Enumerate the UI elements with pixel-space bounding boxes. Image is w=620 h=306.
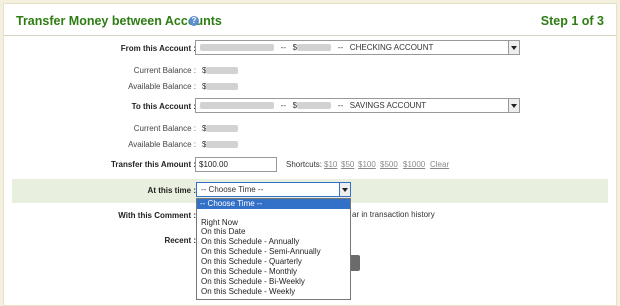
to-separator: -- xyxy=(280,101,286,110)
from-amount-redacted xyxy=(297,44,332,52)
time-option[interactable]: On this Schedule - Annually xyxy=(201,237,299,246)
time-option[interactable]: On this Schedule - Quarterly xyxy=(201,257,302,266)
help-icon[interactable]: ? xyxy=(189,16,199,26)
time-label: At this time : xyxy=(147,186,196,195)
from-available-balance-label: Available Balance : xyxy=(128,82,196,91)
time-option[interactable]: On this Schedule - Weekly xyxy=(201,287,295,296)
from-account-number-redacted xyxy=(200,44,274,52)
time-option[interactable]: On this Schedule - Bi-Weekly xyxy=(201,277,305,286)
time-option[interactable]: Right Now xyxy=(201,218,238,227)
time-option[interactable]: On this Date xyxy=(201,227,245,236)
shortcuts-label: Shortcuts: xyxy=(286,160,323,169)
to-available-balance-label: Available Balance : xyxy=(128,140,196,149)
comment-label: With this Comment : xyxy=(118,211,196,220)
from-separator-2: -- xyxy=(337,43,344,52)
panel-header: Transfer Money between Accounts ? Step 1… xyxy=(4,4,616,36)
to-amount-redacted xyxy=(297,102,332,110)
to-account-number-redacted xyxy=(200,102,274,110)
step-indicator: Step 1 of 3 xyxy=(540,14,604,28)
from-account-label: From this Account : xyxy=(120,44,196,53)
from-available-balance-value: $ xyxy=(202,82,239,91)
shortcut-50-link[interactable]: $50 xyxy=(341,160,354,169)
shortcut-500-link[interactable]: $500 xyxy=(380,160,398,169)
time-option[interactable]: On this Schedule - Monthly xyxy=(201,267,297,276)
chevron-down-icon[interactable] xyxy=(339,183,350,196)
time-options-list[interactable]: -- Choose Time -- Right Now On this Date… xyxy=(196,198,351,300)
from-account-select[interactable]: -- $ -- CHECKING ACCOUNT xyxy=(195,40,520,55)
amount-input[interactable]: $100.00 xyxy=(195,157,277,172)
time-option[interactable]: On this Schedule - Semi-Annually xyxy=(201,247,321,256)
from-account-type: CHECKING ACCOUNT xyxy=(349,43,434,52)
amount-label: Transfer this Amount : xyxy=(110,160,196,169)
from-current-balance-label: Current Balance : xyxy=(133,66,196,75)
from-current-balance-value: $ xyxy=(202,66,239,75)
to-separator-2: -- xyxy=(337,101,344,110)
chevron-down-icon[interactable] xyxy=(508,41,519,54)
shortcut-1000-link[interactable]: $1000 xyxy=(403,160,425,169)
shortcut-100-link[interactable]: $100 xyxy=(358,160,376,169)
to-available-balance-value: $ xyxy=(202,140,239,149)
time-option[interactable]: -- Choose Time -- xyxy=(197,199,350,209)
comment-hint: ar in transaction history xyxy=(352,210,435,219)
recent-label: Recent : xyxy=(164,236,196,245)
shortcut-clear-link[interactable]: Clear xyxy=(430,160,449,169)
to-account-label: To this Account : xyxy=(131,102,196,111)
to-current-balance-value: $ xyxy=(202,124,239,133)
from-separator: -- xyxy=(280,43,286,52)
shortcut-10-link[interactable]: $10 xyxy=(324,160,337,169)
to-account-select[interactable]: -- $ -- SAVINGS ACCOUNT xyxy=(195,98,520,113)
to-current-balance-label: Current Balance : xyxy=(133,124,196,133)
time-select[interactable]: -- Choose Time -- xyxy=(196,182,351,197)
to-account-type: SAVINGS ACCOUNT xyxy=(349,101,427,110)
time-selected-value: -- Choose Time -- xyxy=(201,185,264,194)
continue-button-partial[interactable] xyxy=(351,255,360,271)
chevron-down-icon[interactable] xyxy=(508,99,519,112)
